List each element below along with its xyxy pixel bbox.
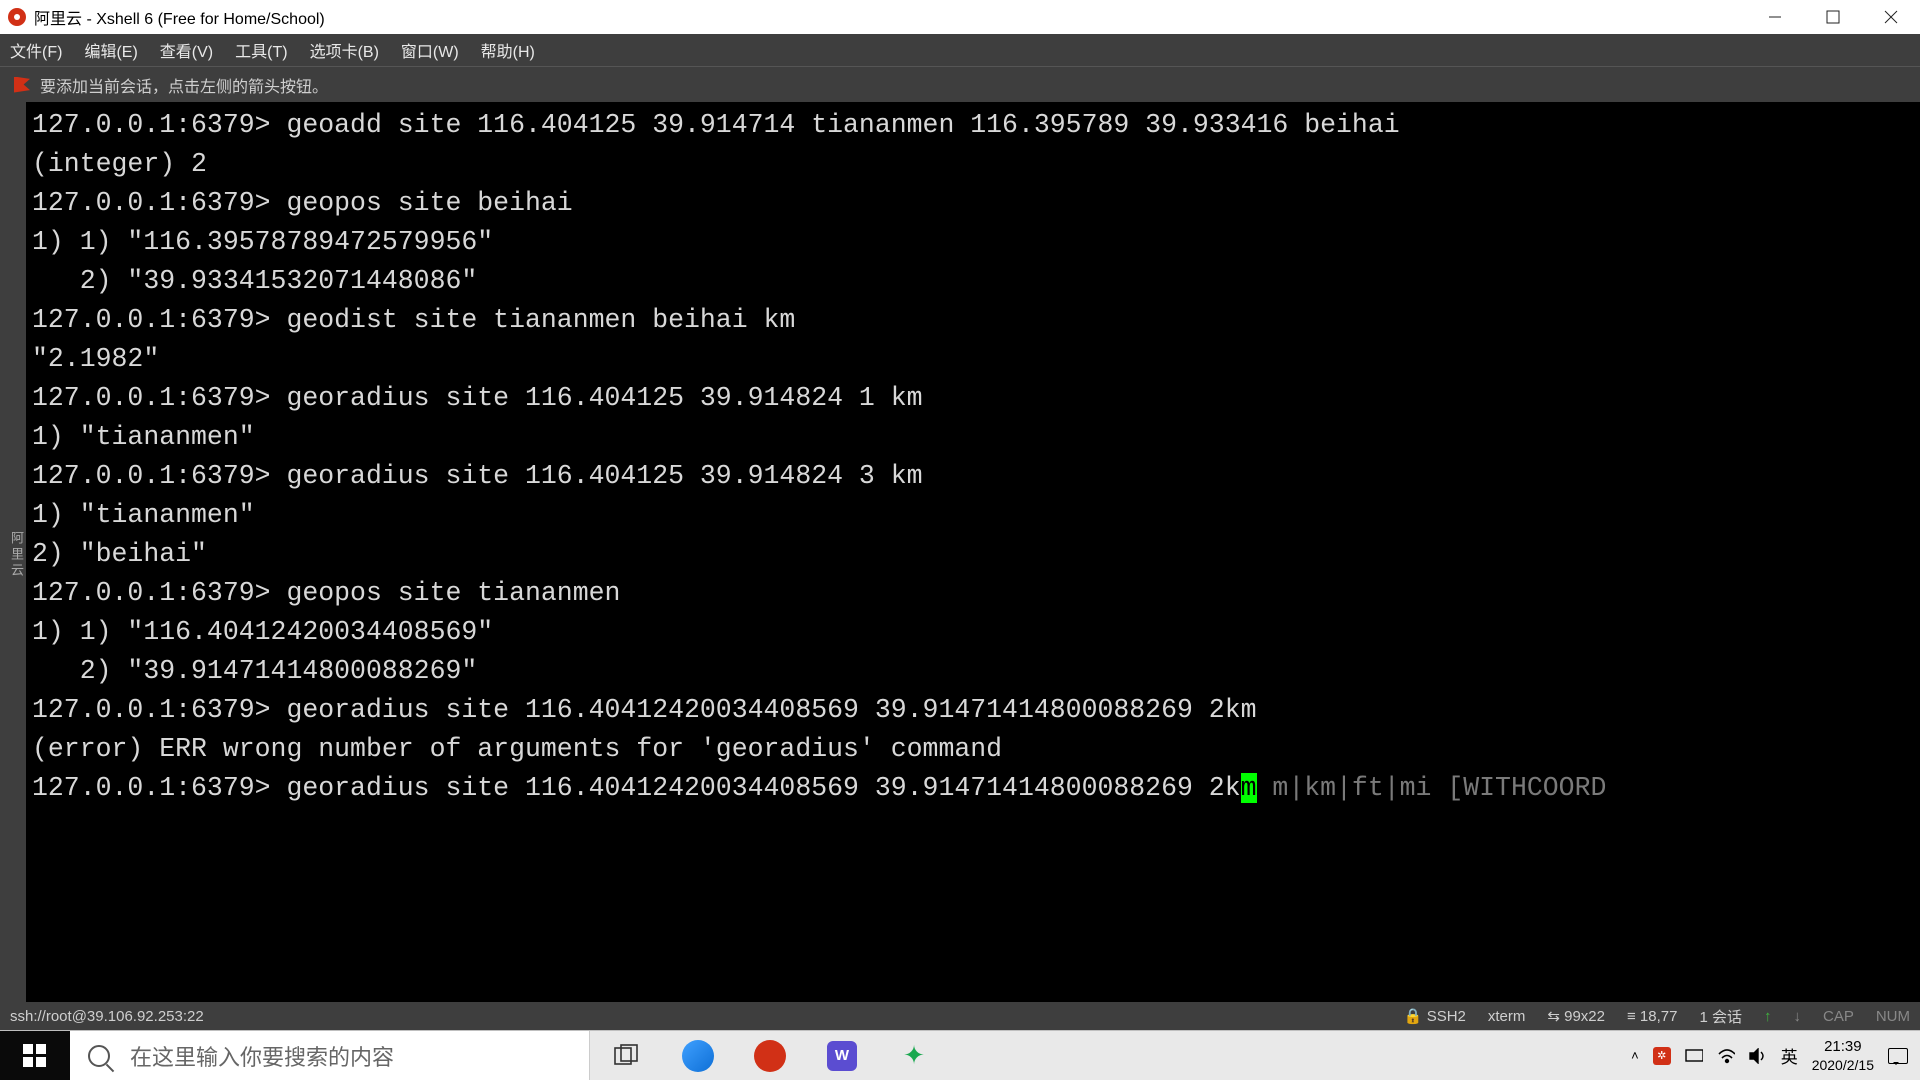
- term-line: 127.0.0.1:6379> geodist site tiananmen b…: [32, 305, 795, 335]
- term-line: 127.0.0.1:6379> geopos site tiananmen: [32, 578, 620, 608]
- term-line: 1) 1) "116.39578789472579956": [32, 227, 493, 257]
- taskbar-app-misc[interactable]: ✦: [878, 1031, 950, 1081]
- term-line: (error) ERR wrong number of arguments fo…: [32, 734, 1002, 764]
- taskbar-apps: W ✦: [590, 1031, 950, 1080]
- tip-bar: 要添加当前会话，点击左侧的箭头按钮。: [0, 66, 1920, 102]
- menu-tools[interactable]: 工具(T): [231, 36, 291, 64]
- status-sessions: 1 会话: [1699, 1006, 1742, 1027]
- menu-view[interactable]: 查看(V): [156, 36, 217, 64]
- windows-icon: [23, 1044, 47, 1068]
- battery-icon[interactable]: [1685, 1047, 1703, 1065]
- status-term: xterm: [1488, 1008, 1526, 1025]
- menubar: 文件(F) 编辑(E) 查看(V) 工具(T) 选项卡(B) 窗口(W) 帮助(…: [0, 34, 1920, 66]
- term-line: 1) "tiananmen": [32, 500, 255, 530]
- term-line: (integer) 2: [32, 149, 207, 179]
- task-view-button[interactable]: [590, 1031, 662, 1081]
- menu-help[interactable]: 帮助(H): [477, 36, 539, 64]
- status-bar: ssh://root@39.106.92.253:22 🔒 SSH2 xterm…: [0, 1002, 1920, 1030]
- status-connection: ssh://root@39.106.92.253:22: [10, 1008, 204, 1025]
- lock-icon: 🔒: [1404, 1007, 1423, 1025]
- start-button[interactable]: [0, 1031, 70, 1080]
- status-pos: ≡ 18,77: [1627, 1008, 1677, 1025]
- menu-file[interactable]: 文件(F): [6, 36, 66, 64]
- search-icon: [88, 1045, 110, 1067]
- tray-overflow-button[interactable]: ˄: [1631, 1048, 1639, 1063]
- system-tray: ˄ ✲ 英 21:39 2020/2/15: [1631, 1031, 1920, 1080]
- taskbar-search[interactable]: 在这里输入你要搜索的内容: [70, 1031, 590, 1080]
- term-line: 127.0.0.1:6379> geoadd site 116.404125 3…: [32, 110, 1400, 140]
- term-current-pre: 127.0.0.1:6379> georadius site 116.40412…: [32, 773, 1241, 803]
- clock-time: 21:39: [1812, 1038, 1874, 1056]
- term-line: 2) "39.93341532071448086": [32, 266, 477, 296]
- download-icon: ↓: [1793, 1008, 1801, 1025]
- term-line: "2.1982": [32, 344, 159, 374]
- menu-edit[interactable]: 编辑(E): [80, 36, 141, 64]
- term-line: 2) "39.91471414800088269": [32, 656, 477, 686]
- window-title: 阿里云 - Xshell 6 (Free for Home/School): [34, 5, 325, 29]
- menu-tab[interactable]: 选项卡(B): [306, 36, 383, 64]
- status-ssh: 🔒 SSH2: [1404, 1007, 1466, 1025]
- task-view-icon: [613, 1043, 639, 1069]
- status-num: NUM: [1876, 1008, 1910, 1025]
- close-button[interactable]: [1862, 0, 1920, 34]
- term-line: 1) "tiananmen": [32, 422, 255, 452]
- upload-icon: ↑: [1764, 1008, 1772, 1025]
- term-line: 2) "beihai": [32, 539, 207, 569]
- browser-icon: [682, 1040, 714, 1072]
- taskbar-app-browser[interactable]: [662, 1031, 734, 1081]
- term-line: 127.0.0.1:6379> georadius site 116.40412…: [32, 695, 1257, 725]
- term-line: 1) 1) "116.40412420034408569": [32, 617, 493, 647]
- clock[interactable]: 21:39 2020/2/15: [1812, 1038, 1874, 1074]
- taskbar: 在这里输入你要搜索的内容 W ✦ ˄ ✲ 英 21:39 2020/2/15: [0, 1030, 1920, 1080]
- ime-indicator[interactable]: 英: [1781, 1043, 1798, 1068]
- term-hint: m|km|ft|mi [WITHCOORD: [1257, 773, 1607, 803]
- terminal[interactable]: 127.0.0.1:6379> geoadd site 116.404125 3…: [26, 102, 1920, 1002]
- action-center-icon[interactable]: [1888, 1048, 1908, 1064]
- titlebar: 阿里云 - Xshell 6 (Free for Home/School): [0, 0, 1920, 34]
- taskbar-app-wps[interactable]: W: [806, 1031, 878, 1081]
- xshell-icon: [754, 1040, 786, 1072]
- wps-icon: W: [827, 1041, 857, 1071]
- misc-icon: ✦: [899, 1041, 929, 1071]
- menu-window[interactable]: 窗口(W): [397, 36, 463, 64]
- volume-icon[interactable]: [1749, 1047, 1767, 1065]
- term-line: 127.0.0.1:6379> georadius site 116.40412…: [32, 461, 923, 491]
- cursor: m: [1241, 773, 1257, 803]
- wifi-icon[interactable]: [1717, 1047, 1735, 1065]
- search-placeholder: 在这里输入你要搜索的内容: [130, 1040, 394, 1072]
- taskbar-app-xshell[interactable]: [734, 1031, 806, 1081]
- session-tab[interactable]: 阿里云: [0, 102, 26, 1002]
- flag-icon: [14, 77, 30, 93]
- app-icon: [8, 8, 26, 26]
- tip-text: 要添加当前会话，点击左侧的箭头按钮。: [40, 73, 328, 97]
- term-line: 127.0.0.1:6379> georadius site 116.40412…: [32, 383, 923, 413]
- maximize-button[interactable]: [1804, 0, 1862, 34]
- status-size: ⇆ 99x22: [1547, 1007, 1605, 1025]
- term-line: 127.0.0.1:6379> geopos site beihai: [32, 188, 573, 218]
- tray-app-icon[interactable]: ✲: [1653, 1047, 1671, 1065]
- clock-date: 2020/2/15: [1812, 1056, 1874, 1074]
- minimize-button[interactable]: [1746, 0, 1804, 34]
- status-cap: CAP: [1823, 1008, 1854, 1025]
